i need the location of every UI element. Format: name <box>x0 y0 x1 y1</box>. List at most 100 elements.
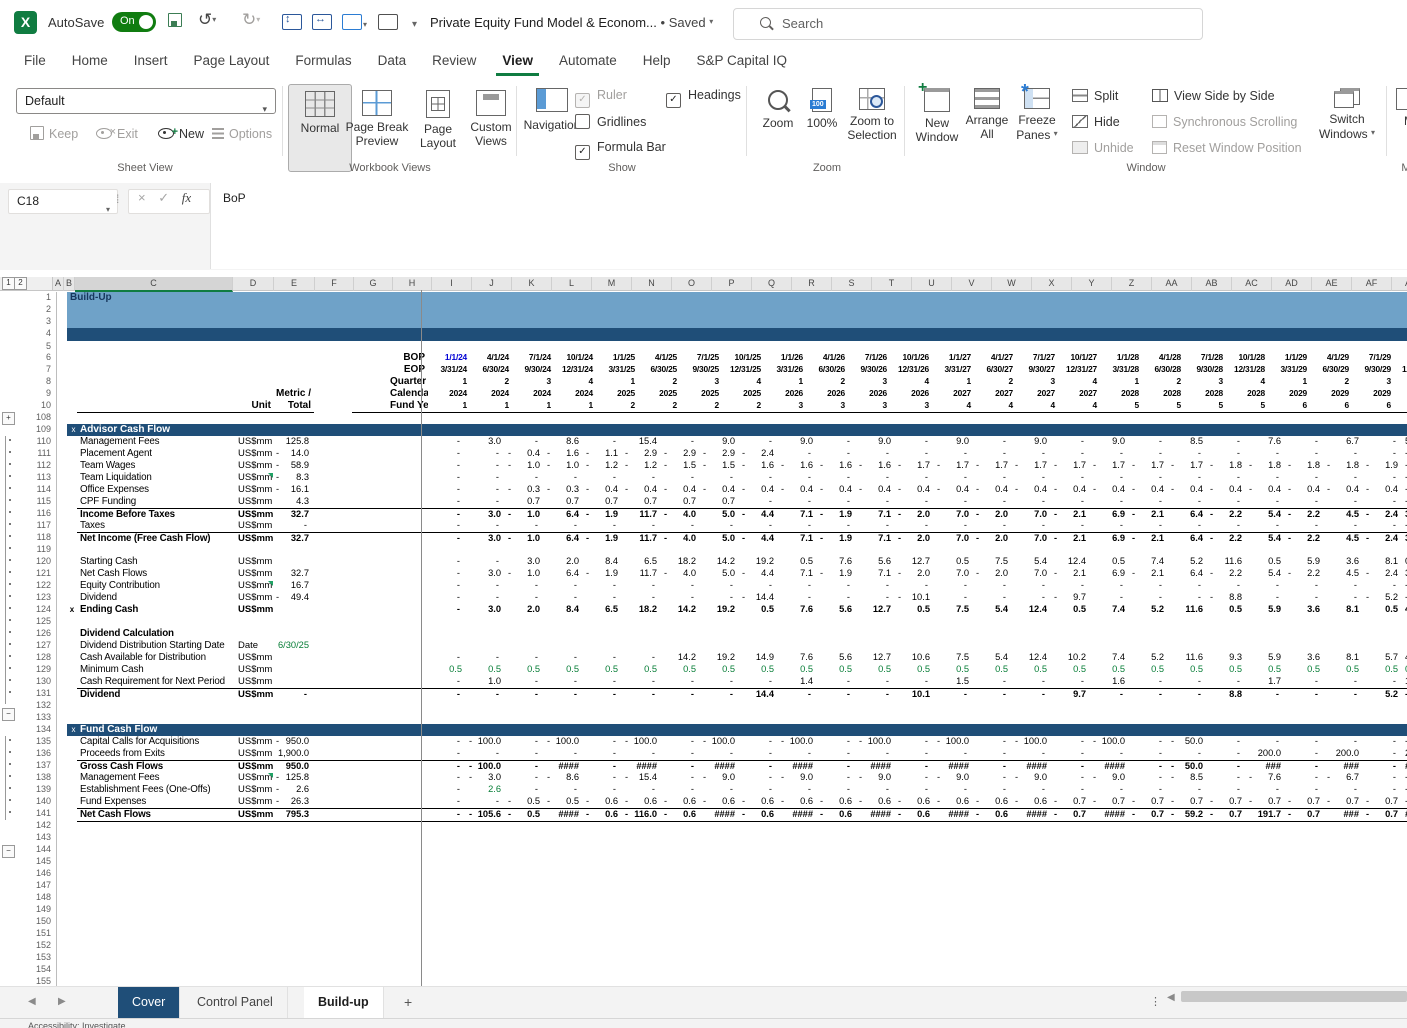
grid-cell[interactable]: - <box>896 496 935 508</box>
grid-cell[interactable] <box>57 460 67 472</box>
grid-cell[interactable]: -0.5 <box>545 796 584 808</box>
grid-cell[interactable]: - <box>662 580 701 592</box>
grid-cell[interactable]: -6.7 <box>1325 772 1364 784</box>
column-header-Q[interactable]: Q <box>752 277 792 291</box>
row-header-150[interactable]: 150 <box>25 916 57 928</box>
grid-cell[interactable] <box>1247 640 1286 652</box>
grid-cell[interactable]: 8.1 <box>1325 604 1364 616</box>
grid-cell[interactable]: - <box>1286 748 1325 760</box>
grid-cell[interactable]: - <box>623 784 662 796</box>
row-header-146[interactable]: 146 <box>25 868 57 880</box>
grid-cell[interactable]: -49.4 <box>274 592 314 604</box>
grid-cell[interactable]: - <box>467 448 506 460</box>
grid-cell[interactable]: -1.7 <box>1013 460 1052 472</box>
row-header-8[interactable]: 8 <box>25 376 57 388</box>
grid-cell[interactable]: US$mm <box>234 448 274 460</box>
grid-cell[interactable]: 3.0 <box>467 568 506 580</box>
grid-cell[interactable] <box>1364 640 1403 652</box>
grid-cell[interactable]: -100.0 <box>1091 736 1130 748</box>
grid-cell[interactable]: 1.7 <box>1247 676 1286 688</box>
grid-cell[interactable]: -0.4 <box>1247 484 1286 496</box>
grid-cell[interactable]: - <box>1403 736 1407 748</box>
grid-cell[interactable]: -0. <box>1403 796 1407 808</box>
grid-cell[interactable]: - <box>740 772 779 784</box>
grid-cell[interactable]: 0. <box>1403 556 1407 568</box>
grid-cell[interactable]: -0.4 <box>1130 484 1169 496</box>
period-cell[interactable]: 9/30/28 <box>1184 364 1226 376</box>
grid-cell[interactable]: US$mm <box>234 436 274 448</box>
grid-cell[interactable]: - <box>818 592 857 604</box>
grid-cell[interactable]: 14.2 <box>701 556 740 568</box>
grid-cell[interactable]: - <box>1052 784 1091 796</box>
grid-cell[interactable]: - <box>740 496 779 508</box>
grid-cell[interactable]: -0.6 <box>740 796 779 808</box>
grid-cell[interactable]: -26.3 <box>274 796 314 808</box>
period-cell[interactable]: 2027 <box>1016 388 1058 400</box>
period-cell[interactable]: 2 <box>806 376 848 388</box>
column-header-J[interactable]: J <box>472 277 512 291</box>
row-header-2[interactable]: 2 <box>25 304 57 316</box>
grid-cell[interactable] <box>390 436 428 448</box>
ribbon-tab-review[interactable]: Review <box>426 46 482 73</box>
grid-cell[interactable]: 10.2 <box>1052 652 1091 664</box>
period-cell[interactable]: 9/30/25 <box>680 364 722 376</box>
grid-cell[interactable]: - <box>662 736 701 748</box>
period-cell[interactable]: 12/31/28 <box>1226 364 1268 376</box>
grid-cell[interactable]: - <box>1325 676 1364 688</box>
grid-cell[interactable] <box>314 364 352 376</box>
grid-cell[interactable] <box>662 640 701 652</box>
grid-cell[interactable]: - <box>662 520 701 532</box>
period-cell[interactable]: 2024 <box>428 388 470 400</box>
grid-cell[interactable]: Net Cash Flows <box>77 568 234 580</box>
grid-cell[interactable] <box>67 436 77 448</box>
period-cell[interactable]: 3 <box>848 376 890 388</box>
grid-cell[interactable] <box>67 484 77 496</box>
grid-cell[interactable]: - <box>974 676 1013 688</box>
grid-cell[interactable]: -8.8 <box>1208 592 1247 604</box>
grid-cell[interactable]: - <box>1286 448 1325 460</box>
row-header-145[interactable]: 145 <box>25 856 57 868</box>
grid-cell[interactable]: - <box>1130 448 1169 460</box>
grid-cell[interactable] <box>352 352 390 364</box>
grid-cell[interactable] <box>274 376 314 388</box>
grid-cell[interactable] <box>390 568 428 580</box>
grid-cell[interactable]: - <box>779 748 818 760</box>
formula-bar-checkbox[interactable]: ✓Formula Bar <box>575 140 666 156</box>
grid-cell[interactable]: -1.7 <box>1169 460 1208 472</box>
grid-cell[interactable]: - <box>1169 580 1208 592</box>
grid-cell[interactable]: -1.8 <box>1325 460 1364 472</box>
grid-cell[interactable]: - <box>974 748 1013 760</box>
grid-cell[interactable]: - <box>1286 436 1325 448</box>
grid-cell[interactable]: 6.5 <box>584 604 623 616</box>
grid-cell[interactable]: 7.5 <box>935 652 974 664</box>
period-cell[interactable]: 1/1/26 <box>764 352 806 364</box>
page-layout-button[interactable]: Page Layout <box>414 84 462 170</box>
grid-cell[interactable] <box>67 640 77 652</box>
grid-cell[interactable]: 0.5 <box>896 664 935 676</box>
grid-cell[interactable]: - <box>1013 784 1052 796</box>
grid-cell[interactable]: - <box>545 472 584 484</box>
grid-cell[interactable]: -5.2 <box>1364 592 1403 604</box>
grid-cell[interactable]: - <box>1091 580 1130 592</box>
grid-cell[interactable]: Dividend Distribution Starting Date <box>77 640 234 652</box>
grid-cell[interactable]: 1,900.0 <box>274 748 314 760</box>
document-title[interactable]: Private Equity Fund Model & Econom... • … <box>430 15 730 30</box>
row-header-155[interactable]: 155 <box>25 976 57 986</box>
grid-cell[interactable]: US$mm <box>234 520 274 532</box>
grid-cell[interactable]: - <box>506 772 545 784</box>
period-cell[interactable]: 1/1/25 <box>596 352 638 364</box>
grid-cell[interactable]: 200.0 <box>1247 748 1286 760</box>
grid-cell[interactable] <box>1403 640 1407 652</box>
grid-cell[interactable]: 1.0 <box>467 676 506 688</box>
grid-cell[interactable] <box>314 592 352 604</box>
insert-cells-icon[interactable] <box>342 14 362 30</box>
column-header-I[interactable]: I <box>432 277 472 291</box>
ribbon-tab-formulas[interactable]: Formulas <box>289 46 357 73</box>
period-cell[interactable]: 4/1/29 <box>1310 352 1352 364</box>
grid-cell[interactable]: 0.5 <box>740 604 779 616</box>
grid-cell[interactable] <box>274 364 314 376</box>
period-cell[interactable]: 2025 <box>680 388 722 400</box>
grid-cell[interactable]: - <box>1208 496 1247 508</box>
row-header-4[interactable]: 4 <box>25 328 57 341</box>
grid-cell[interactable]: 7.5 <box>974 556 1013 568</box>
